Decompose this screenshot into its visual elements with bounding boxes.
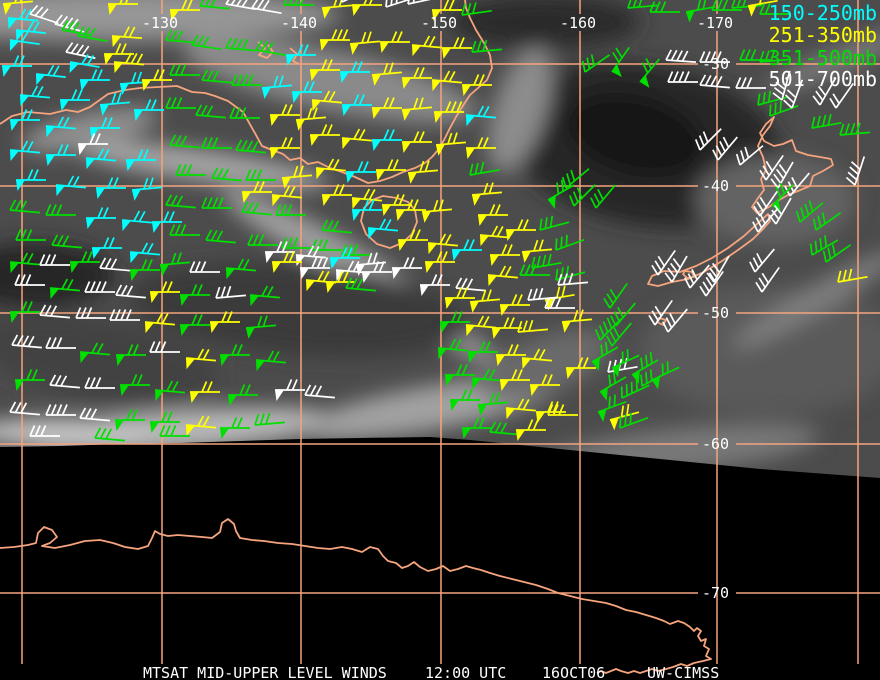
legend-item-150-250mb: 150-250mb	[769, 1, 877, 25]
credit-label: UW-CIMSS	[647, 664, 719, 680]
legend-item-501-700mb: 501-700mb	[769, 67, 877, 91]
longitude-label: -140	[281, 14, 317, 32]
legend: 150-250mb 251-350mb 351-500mb 501-700mb	[769, 1, 877, 91]
longitude-label: -150	[421, 14, 457, 32]
longitude-label: -160	[560, 14, 596, 32]
latitude-label: -30	[702, 55, 729, 73]
valid-time: 12:00 UTC	[425, 664, 506, 680]
wind-map-canvas: -130 -140 -150 -160 -170 -30 -40 -50 -60 -70 150-…	[0, 0, 880, 680]
latitude-label: -50	[702, 304, 729, 322]
legend-item-251-350mb: 251-350mb	[769, 23, 877, 47]
earth-limb-dark-region	[0, 437, 880, 680]
latitude-label: -60	[702, 435, 729, 453]
latitude-label: -40	[702, 177, 729, 195]
longitude-label: -130	[142, 14, 178, 32]
valid-date: 16OCT06	[542, 664, 605, 680]
mtsat-wind-product: -130 -140 -150 -160 -170 -30 -40 -50 -60 -70 150-…	[0, 0, 880, 680]
product-title: MTSAT MID-UPPER LEVEL WINDS	[143, 664, 387, 680]
latitude-label: -70	[702, 584, 729, 602]
longitude-label: -170	[697, 14, 733, 32]
